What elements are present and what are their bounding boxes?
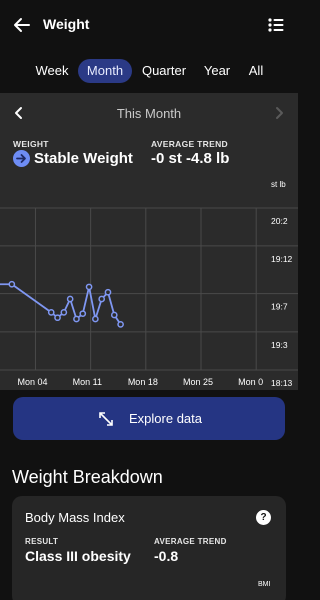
- x-tick-label: Mon 11: [73, 377, 102, 387]
- bmi-title: Body Mass Index: [25, 510, 125, 525]
- breakdown-title: Weight Breakdown: [12, 467, 163, 487]
- bmi-trend-label: AVERAGE TREND: [154, 537, 227, 546]
- explore-data-label[interactable]: Explore data: [129, 411, 202, 426]
- data-point: [117, 321, 124, 328]
- bmi-trend-value: -0.8: [154, 548, 179, 564]
- data-point: [79, 310, 87, 318]
- weight-line-chart[interactable]: 20:2 19:12 19:7 19:3 18:13 Mon 04 Mon 11 Mon 18…: [0, 196, 298, 392]
- bmi-axis-label: BMI: [258, 581, 271, 588]
- data-point: [104, 288, 112, 296]
- data-point: [110, 311, 118, 319]
- page-title: Weight: [43, 16, 90, 32]
- tab-week[interactable]: Week: [27, 59, 77, 83]
- tab-month[interactable]: Month: [78, 59, 132, 83]
- chevron-right-icon[interactable]: [272, 106, 286, 120]
- y-tick-label: 19:12: [271, 254, 293, 264]
- arrow-right-icon: [13, 150, 30, 167]
- x-tick-label: Mon 18: [128, 377, 158, 387]
- data-point: [8, 280, 16, 288]
- top-bar: Weight: [0, 0, 298, 52]
- bmi-result-value: Class III obesity: [25, 548, 131, 564]
- back-arrow-icon[interactable]: [12, 15, 32, 35]
- y-tick-label: 19:7: [271, 302, 288, 312]
- tab-year[interactable]: Year: [198, 59, 236, 83]
- data-point: [66, 295, 74, 303]
- data-point: [54, 314, 61, 322]
- average-trend-label: AVERAGE TREND: [151, 139, 228, 149]
- average-trend-value: -0 st -4.8 lb: [151, 150, 230, 167]
- data-point: [47, 308, 55, 316]
- y-tick-label: 18:13: [271, 378, 293, 388]
- bmi-result-label: RESULT: [25, 537, 59, 546]
- period-label: This Month: [116, 106, 182, 121]
- expand-arrows-icon: [99, 412, 113, 426]
- data-point: [85, 283, 93, 291]
- x-tick-label: Mon 04: [17, 377, 47, 387]
- tab-quarter[interactable]: Quarter: [136, 59, 192, 83]
- help-icon[interactable]: ?: [256, 510, 271, 525]
- data-point: [73, 315, 80, 323]
- y-tick-label: 19:3: [271, 340, 288, 350]
- chart-unit-label: st lb: [271, 180, 286, 189]
- weight-label: WEIGHT: [13, 139, 49, 149]
- list-icon[interactable]: [267, 16, 285, 34]
- data-point: [98, 295, 106, 303]
- y-tick-label: 20:2: [271, 216, 288, 226]
- x-tick-label: Mon 25: [183, 377, 213, 387]
- tab-all[interactable]: All: [242, 59, 270, 83]
- data-point: [92, 315, 99, 323]
- data-point: [60, 308, 68, 316]
- weight-status: Stable Weight: [34, 150, 133, 167]
- x-tick-label: Mon 0: [238, 377, 263, 387]
- range-tabs: Week Month Quarter Year All: [0, 59, 298, 85]
